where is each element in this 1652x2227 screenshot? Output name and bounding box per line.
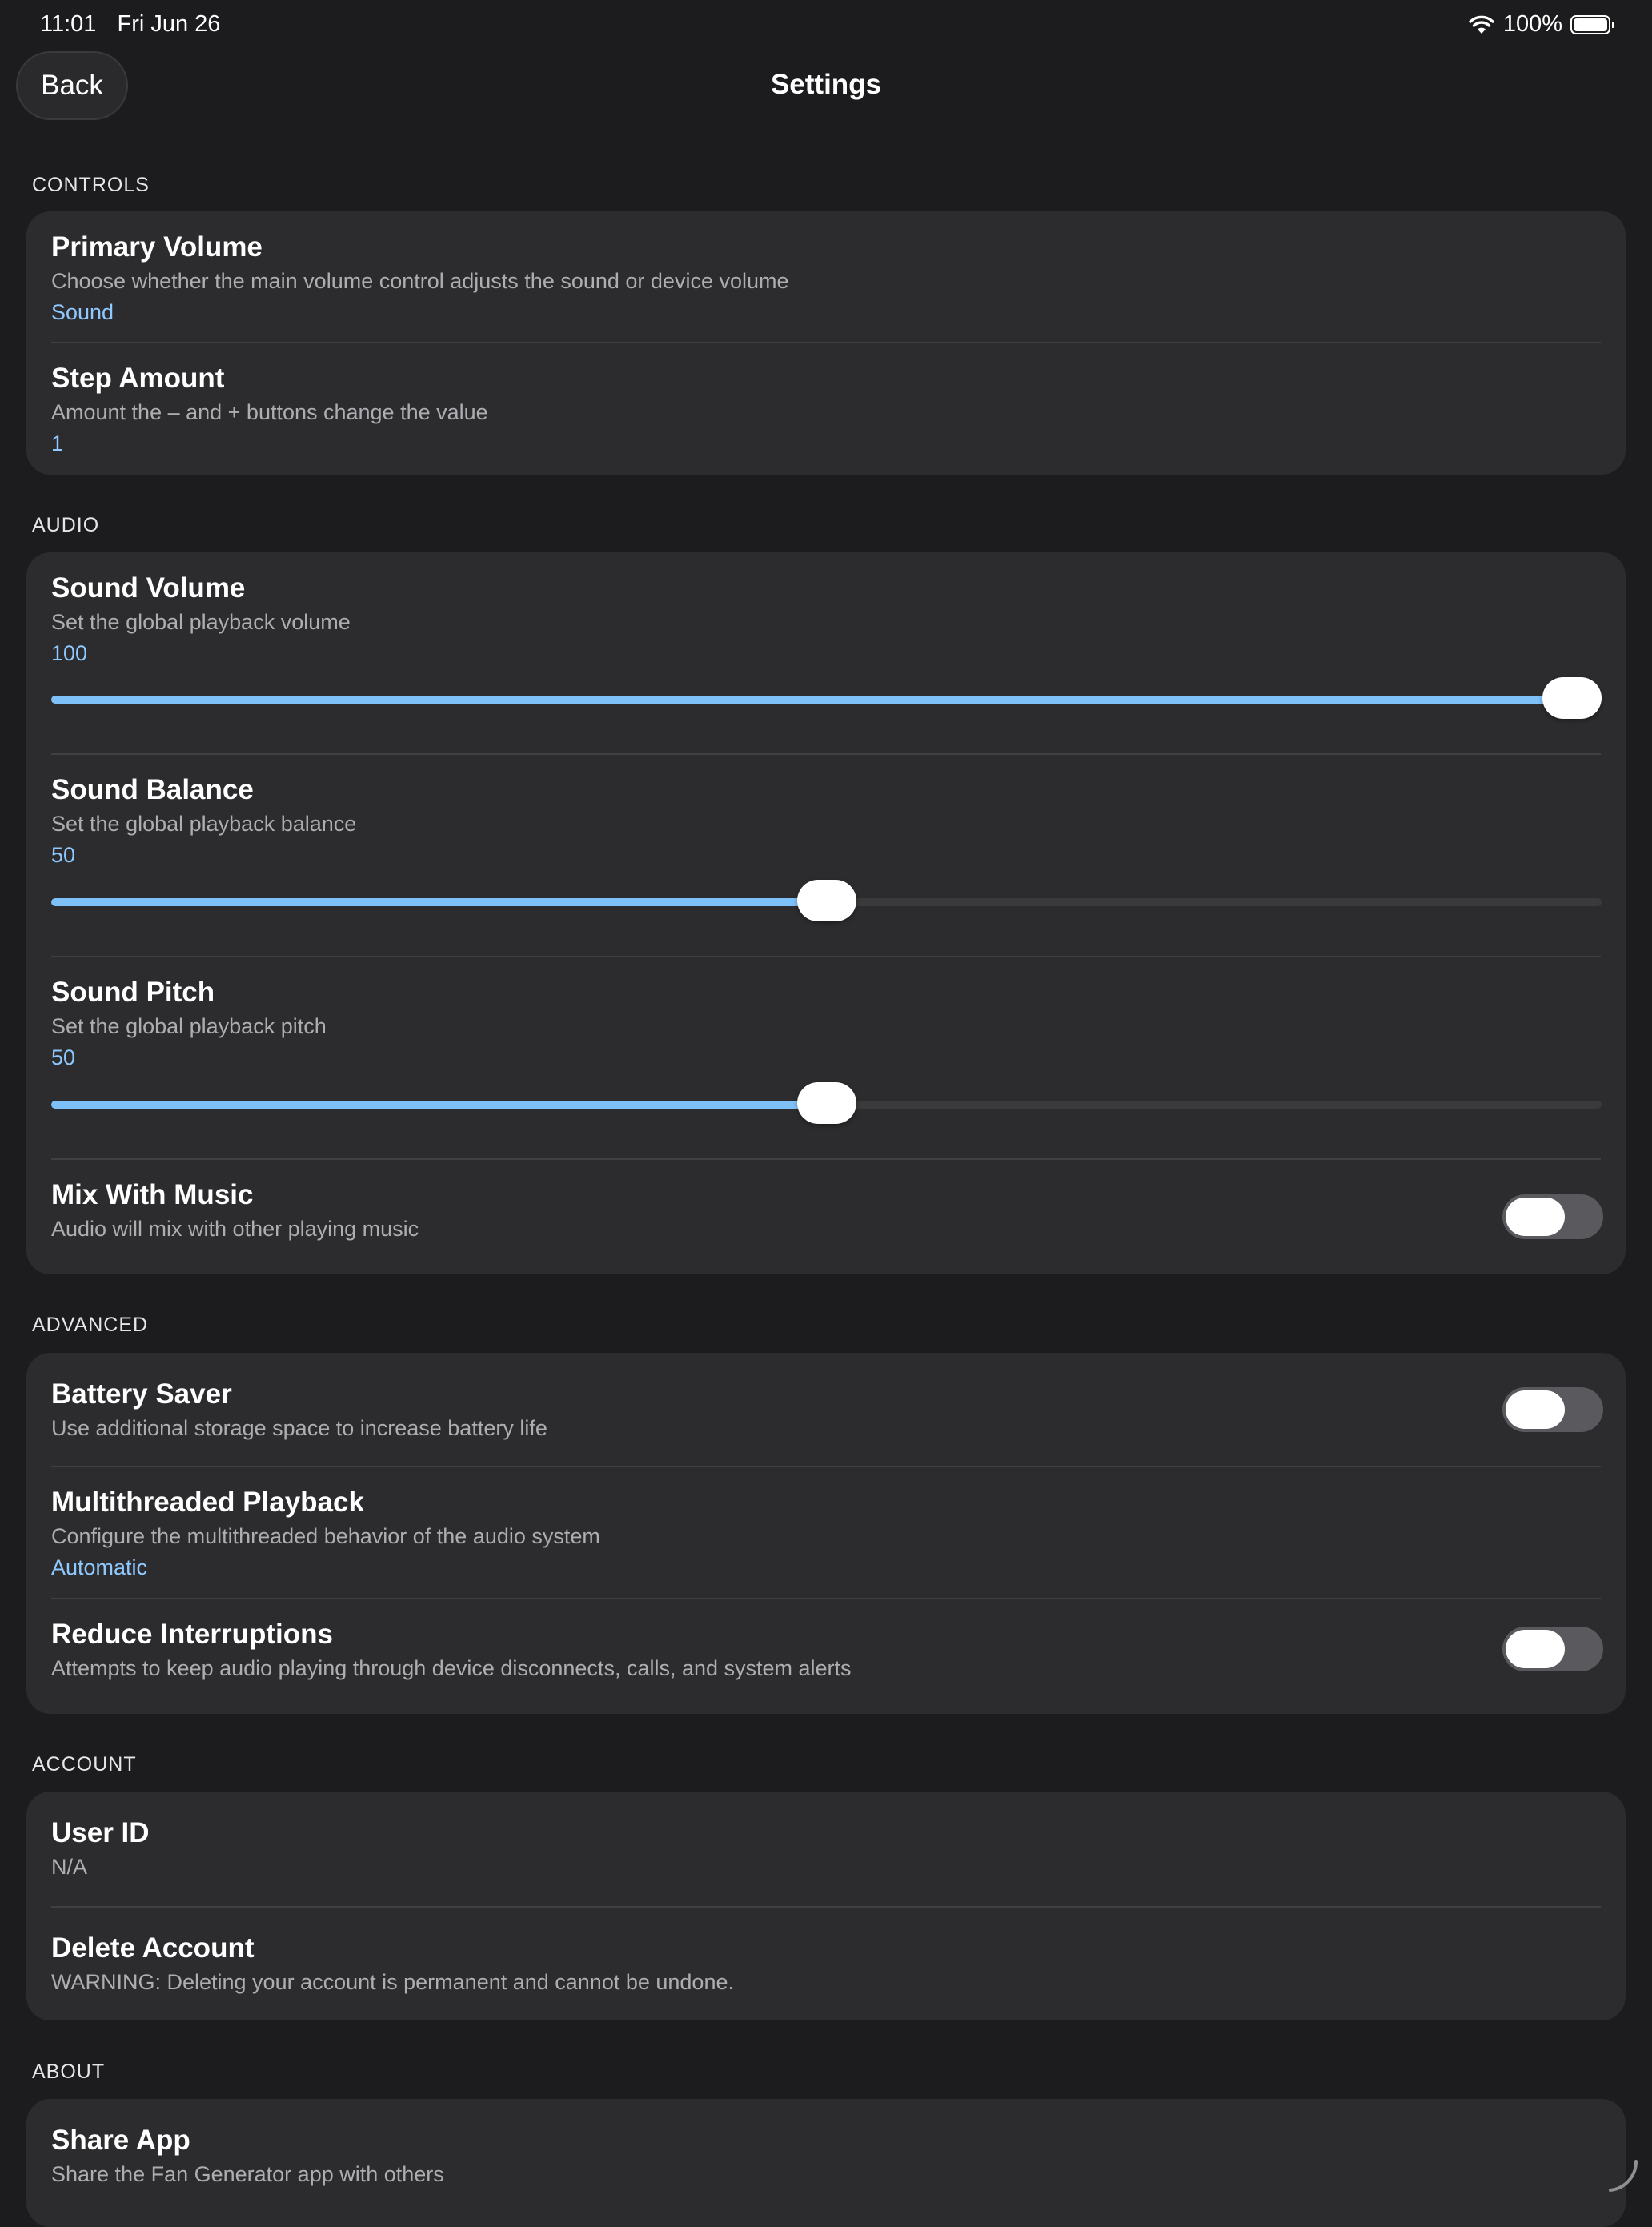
setting-title: User ID — [51, 1817, 150, 1848]
section-header-advanced: ADVANCED — [32, 1314, 149, 1336]
section-header-about: ABOUT — [32, 2060, 106, 2083]
setting-row-share-app[interactable]: Share App Share the Fan Generator app wi… — [26, 2099, 1626, 2227]
status-bar: 11:01 Fri Jun 26 100% — [0, 0, 1652, 51]
battery-percent: 100% — [1502, 11, 1562, 37]
card-controls: Primary Volume Choose whether the main v… — [26, 211, 1626, 475]
slider-fill — [51, 1101, 827, 1109]
setting-description: Set the global playback volume — [51, 610, 351, 634]
setting-description: Configure the multithreaded behavior of … — [51, 1524, 600, 1548]
setting-row-delete-account[interactable]: Delete Account WARNING: Deleting your ac… — [26, 1908, 1626, 2020]
setting-description: Set the global playback pitch — [51, 1014, 327, 1038]
setting-row-multithreaded-playback[interactable]: Multithreaded Playback Configure the mul… — [26, 1467, 1626, 1598]
setting-title: Sound Balance — [51, 774, 254, 805]
status-date: Fri Jun 26 — [117, 11, 221, 37]
setting-value: 1 — [51, 431, 64, 455]
setting-description: WARNING: Deleting your account is perman… — [51, 1970, 734, 1994]
setting-row-sound-volume: Sound Volume Set the global playback vol… — [26, 552, 1626, 753]
setting-row-reduce-interruptions: Reduce Interruptions Attempts to keep au… — [26, 1599, 1626, 1714]
setting-title: Delete Account — [51, 1932, 255, 1964]
setting-title: Mix With Music — [51, 1179, 254, 1210]
battery-icon — [1570, 14, 1614, 34]
setting-value: 50 — [51, 1045, 76, 1069]
section-header-audio: AUDIO — [32, 514, 100, 536]
status-right: 100% — [1468, 11, 1614, 38]
setting-title: Multithreaded Playback — [51, 1487, 364, 1518]
slider-thumb[interactable] — [796, 1082, 856, 1124]
setting-description: Attempts to keep audio playing through d… — [51, 1656, 852, 1680]
section-header-controls: CONTROLS — [32, 174, 150, 196]
page-title: Settings — [770, 69, 882, 100]
toggle-knob — [1506, 1390, 1565, 1429]
setting-description: Choose whether the main volume control a… — [51, 269, 789, 293]
setting-title: Reduce Interruptions — [51, 1619, 333, 1650]
setting-title: Step Amount — [51, 363, 225, 394]
slider-fill — [51, 898, 827, 906]
setting-value: Sound — [51, 300, 114, 324]
toggle-knob — [1506, 1630, 1565, 1668]
setting-description: Set the global playback balance — [51, 812, 357, 836]
sound-volume-slider[interactable] — [51, 677, 1602, 719]
setting-title: Sound Pitch — [51, 977, 215, 1008]
slider-thumb[interactable] — [796, 880, 856, 921]
battery-saver-toggle[interactable] — [1502, 1387, 1603, 1432]
slider-fill — [51, 696, 1602, 704]
card-account: User ID N/A Delete Account WARNING: Dele… — [26, 1792, 1626, 2020]
setting-row-mix-with-music: Mix With Music Audio will mix with other… — [26, 1160, 1626, 1274]
setting-row-user-id[interactable]: User ID N/A — [26, 1792, 1626, 1906]
setting-value: N/A — [51, 1855, 88, 1879]
setting-row-sound-pitch: Sound Pitch Set the global playback pitc… — [26, 957, 1626, 1158]
setting-title: Battery Saver — [51, 1378, 232, 1410]
mix-with-music-toggle[interactable] — [1502, 1194, 1603, 1239]
setting-title: Primary Volume — [51, 231, 263, 263]
setting-value: Automatic — [51, 1555, 148, 1579]
setting-row-primary-volume[interactable]: Primary Volume Choose whether the main v… — [26, 211, 1626, 342]
setting-row-step-amount[interactable]: Step Amount Amount the – and + buttons c… — [26, 343, 1626, 475]
sound-balance-slider[interactable] — [51, 880, 1602, 921]
card-audio: Sound Volume Set the global playback vol… — [26, 552, 1626, 1274]
wifi-icon — [1469, 15, 1494, 34]
setting-description: Share the Fan Generator app with others — [51, 2162, 444, 2186]
status-left: 11:01 Fri Jun 26 — [40, 11, 220, 38]
card-advanced: Battery Saver Use additional storage spa… — [26, 1353, 1626, 1714]
sound-pitch-slider[interactable] — [51, 1082, 1602, 1124]
navigation-bar: Back Settings — [0, 51, 1652, 123]
setting-description: Use additional storage space to increase… — [51, 1416, 547, 1440]
setting-description: Audio will mix with other playing music — [51, 1217, 419, 1241]
setting-row-battery-saver: Battery Saver Use additional storage spa… — [26, 1353, 1626, 1466]
setting-value: 100 — [51, 641, 88, 665]
reduce-interruptions-toggle[interactable] — [1502, 1627, 1603, 1671]
status-time: 11:01 — [40, 11, 97, 37]
toggle-knob — [1506, 1198, 1565, 1236]
setting-description: Amount the – and + buttons change the va… — [51, 400, 488, 424]
slider-thumb[interactable] — [1542, 677, 1602, 719]
loading-spinner-icon — [1609, 2160, 1638, 2192]
setting-title: Sound Volume — [51, 572, 246, 604]
setting-value: 50 — [51, 843, 76, 867]
card-about: Share App Share the Fan Generator app wi… — [26, 2099, 1626, 2227]
setting-row-sound-balance: Sound Balance Set the global playback ba… — [26, 755, 1626, 956]
setting-title: Share App — [51, 2125, 190, 2156]
section-header-account: ACCOUNT — [32, 1753, 137, 1776]
